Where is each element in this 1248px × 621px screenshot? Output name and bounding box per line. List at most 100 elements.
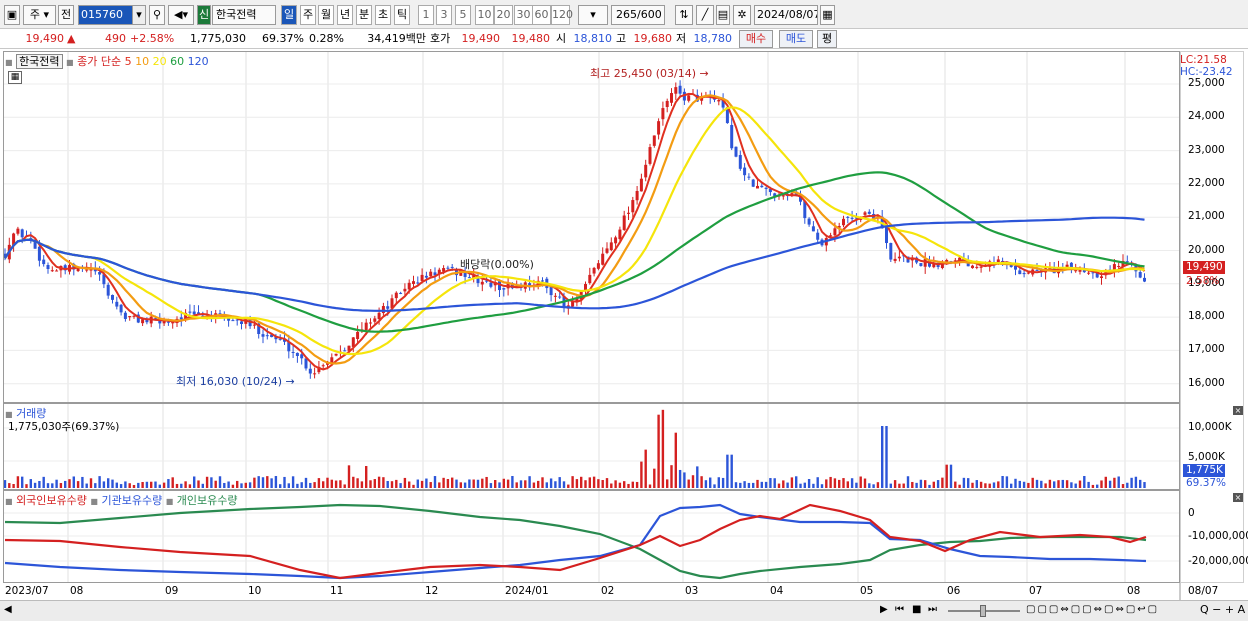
sell-button[interactable]: 매도: [779, 30, 813, 48]
candle-body: [618, 229, 622, 240]
minute-button-3[interactable]: 3: [436, 5, 452, 25]
institution-legend[interactable]: 기관보유수량: [101, 494, 162, 507]
gear-icon[interactable]: ✲: [733, 5, 751, 25]
price-tick-17000: 17,000: [1188, 343, 1225, 356]
volume-bar: [279, 484, 282, 488]
zoom-slider-handle[interactable]: [980, 605, 986, 617]
candle-body: [979, 266, 983, 268]
volume-bar: [1091, 484, 1095, 488]
date-field[interactable]: 2024/08/07: [754, 5, 818, 25]
candle-body: [399, 292, 403, 294]
volume-bar: [700, 476, 703, 488]
volume-bar: [1022, 481, 1026, 488]
buy-button[interactable]: 매수: [739, 30, 773, 48]
volume-bar: [150, 481, 153, 488]
volume-bar: [881, 426, 884, 488]
volume-bar: [752, 482, 755, 488]
candle-body: [1035, 269, 1039, 271]
volume-bar: [476, 479, 480, 488]
x-label-11: 06: [947, 585, 961, 597]
stock-chart[interactable]: [0, 49, 1248, 600]
arrow-right-icon: →: [699, 67, 709, 80]
price-title[interactable]: 한국전력: [16, 54, 63, 69]
compare-icon[interactable]: ⇅: [675, 5, 693, 25]
volume-bar: [3, 480, 7, 488]
period-button-1[interactable]: 주: [300, 5, 316, 25]
close-icon[interactable]: ×: [1233, 406, 1243, 415]
minute-button-10[interactable]: 10: [475, 5, 494, 25]
volume-bar: [850, 478, 854, 488]
volume-bar: [597, 479, 600, 488]
mode-select[interactable]: 주 ▾: [23, 5, 56, 25]
first-icon[interactable]: ⏮: [895, 604, 904, 615]
period-button-2[interactable]: 월: [318, 5, 334, 25]
volume-bar: [623, 481, 626, 488]
minute-button-30[interactable]: 30: [514, 5, 533, 25]
volume-bar: [154, 481, 157, 488]
volume-bar: [670, 465, 673, 488]
foreign-legend[interactable]: 외국인보유수량: [16, 494, 87, 507]
candle-body: [541, 280, 544, 282]
period-button-0[interactable]: 일: [281, 5, 297, 25]
zoom-icons[interactable]: Q − + A: [1200, 603, 1245, 616]
candle-body: [781, 195, 785, 197]
minute-button-1[interactable]: 1: [418, 5, 434, 25]
volume-bar: [98, 476, 101, 488]
volume-bar: [777, 483, 781, 488]
volume-bar: [287, 483, 290, 488]
search-icon[interactable]: ⚲: [149, 5, 165, 25]
calendar-icon[interactable]: ▦: [820, 5, 835, 25]
minute-button-5[interactable]: 5: [455, 5, 471, 25]
candle-body: [743, 167, 747, 176]
volume-bar: [588, 477, 591, 488]
volume-bar: [691, 475, 695, 488]
candle-body: [1138, 272, 1142, 278]
eval-button[interactable]: 평: [817, 30, 837, 48]
period-button-6[interactable]: 틱: [394, 5, 410, 25]
save-icon[interactable]: ▤: [716, 5, 730, 25]
candle-body: [687, 95, 691, 101]
volume-bar: [988, 483, 991, 488]
candle-body: [807, 218, 811, 225]
candle-body: [730, 124, 734, 149]
period-button-3[interactable]: 년: [337, 5, 353, 25]
candle-body: [420, 274, 424, 281]
prev-button[interactable]: 전: [58, 5, 74, 25]
speaker-icon[interactable]: ◀▾: [168, 5, 194, 25]
candle-body: [1117, 265, 1121, 267]
minute-button-120[interactable]: 120: [551, 5, 573, 25]
candle-body: [304, 358, 308, 369]
tool-icons[interactable]: ▢▢▢⇔▢▢⇔▢⇔▢↩▢: [1026, 604, 1159, 615]
minute-button-20[interactable]: 20: [494, 5, 513, 25]
volume-bar: [1065, 480, 1069, 488]
window-icon[interactable]: ▣: [4, 5, 20, 25]
volume-bar: [498, 482, 501, 488]
line-draw-icon[interactable]: ╱: [696, 5, 714, 25]
table-icon[interactable]: ▦: [8, 71, 22, 84]
ma-period-120: 120: [187, 55, 209, 68]
last-icon[interactable]: ⏭: [928, 604, 937, 615]
period-button-5[interactable]: 초: [375, 5, 391, 25]
count-dropdown[interactable]: ▾: [578, 5, 608, 25]
volume-bar: [635, 481, 639, 488]
volume-bar: [365, 466, 368, 488]
individual-legend[interactable]: 개인보유수량: [177, 494, 238, 507]
count-field[interactable]: 265/600: [611, 5, 665, 25]
scroll-right-icon[interactable]: ▶: [880, 604, 888, 615]
close-icon[interactable]: ×: [1233, 493, 1243, 502]
volume-bar: [782, 480, 785, 488]
minute-button-60[interactable]: 60: [532, 5, 551, 25]
volume-bar: [128, 483, 131, 488]
scroll-left-icon[interactable]: ◀: [4, 604, 12, 615]
bid-label: 호가: [430, 32, 451, 45]
volume-bar: [898, 483, 901, 488]
volume-bar: [558, 477, 561, 488]
stop-icon[interactable]: ■: [912, 604, 921, 615]
period-button-4[interactable]: 분: [356, 5, 372, 25]
volume-bar: [915, 482, 918, 488]
candle-body: [300, 354, 304, 359]
volume-bar: [571, 476, 574, 488]
chevron-down-icon[interactable]: ▾: [132, 5, 146, 25]
volume-bar: [941, 477, 944, 488]
x-label-4: 11: [330, 585, 344, 597]
